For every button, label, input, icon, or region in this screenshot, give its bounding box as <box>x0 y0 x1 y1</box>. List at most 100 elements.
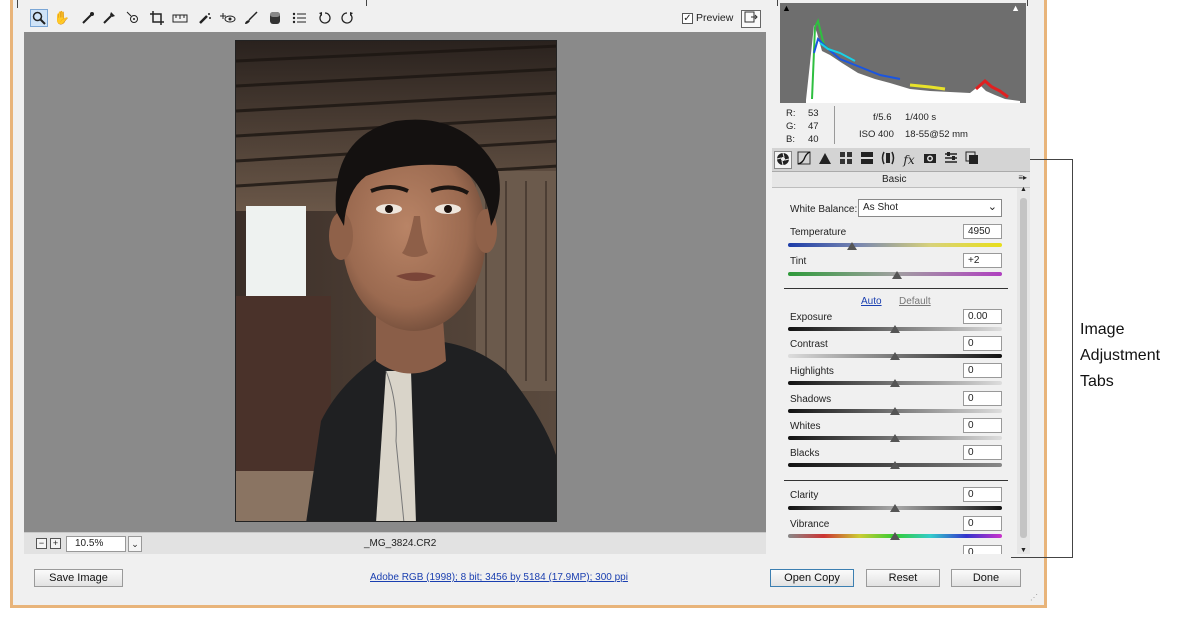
workflow-options-link[interactable]: Adobe RGB (1998); 8 bit; 3456 by 5184 (1… <box>370 572 628 583</box>
default-link[interactable]: Default <box>899 296 931 307</box>
vibrance-slider-thumb[interactable] <box>890 532 900 540</box>
highlights-slider-thumb[interactable] <box>890 379 900 387</box>
blacks-slider-thumb[interactable] <box>890 461 900 469</box>
tint-field[interactable]: +2 <box>963 253 1002 268</box>
callout-line <box>17 0 18 8</box>
exposure-field[interactable]: 0.00 <box>963 309 1002 324</box>
preview-photo <box>235 40 557 522</box>
white-balance-tool-icon[interactable] <box>79 9 97 27</box>
r-value: 53 <box>808 108 819 119</box>
adjustment-brush-icon[interactable] <box>242 9 260 27</box>
temperature-label: Temperature <box>790 227 847 238</box>
annotation-line: Adjustment <box>1080 347 1161 364</box>
vibrance-field[interactable]: 0 <box>963 516 1002 531</box>
scrollbar-thumb[interactable] <box>1020 198 1027 538</box>
chevron-down-icon: ⌄ <box>987 201 997 213</box>
section-divider <box>784 480 1008 481</box>
b-label: B: <box>786 134 795 145</box>
resize-grip-icon[interactable]: ⋰ <box>1030 593 1038 602</box>
spot-removal-icon[interactable] <box>196 9 214 27</box>
shadows-field[interactable]: 0 <box>963 391 1002 406</box>
contrast-slider-thumb[interactable] <box>890 352 900 360</box>
zoom-out-button[interactable]: − <box>36 538 47 549</box>
callout-line <box>777 0 778 6</box>
tint-slider-thumb[interactable] <box>892 271 903 279</box>
scroll-up-icon[interactable]: ▲ <box>1020 186 1027 193</box>
tone-curve-tab-icon[interactable] <box>795 151 813 169</box>
graduated-filter-icon[interactable] <box>266 9 284 27</box>
rotate-cw-icon[interactable] <box>338 9 356 27</box>
histogram: ▲ ▲ <box>780 3 1026 103</box>
presets-tab-icon[interactable] <box>942 151 960 169</box>
open-copy-button[interactable]: Open Copy <box>770 569 854 587</box>
camera-info: R: 53 G: 47 B: 40 f/5.6 1/400 s ISO 400 … <box>780 103 1028 147</box>
fullscreen-toggle-icon[interactable] <box>741 10 761 28</box>
highlights-field[interactable]: 0 <box>963 363 1002 378</box>
effects-tab-icon[interactable]: fx <box>900 151 918 169</box>
basic-tab-icon[interactable] <box>774 151 792 169</box>
temperature-track[interactable] <box>788 243 1002 247</box>
exposure-slider-thumb[interactable] <box>890 325 900 333</box>
auto-link[interactable]: Auto <box>861 296 882 307</box>
preview-label: Preview <box>696 12 734 24</box>
whites-label: Whites <box>790 421 821 432</box>
annotation-line: Image <box>1080 321 1125 338</box>
callout-line <box>1027 0 1028 6</box>
zoom-tool-icon[interactable] <box>30 9 48 27</box>
done-button[interactable]: Done <box>951 569 1021 587</box>
g-value: 47 <box>808 121 819 132</box>
color-sampler-icon[interactable] <box>100 9 118 27</box>
shadows-slider-thumb[interactable] <box>890 407 900 415</box>
temperature-field[interactable]: 4950 <box>963 224 1002 239</box>
whites-field[interactable]: 0 <box>963 418 1002 433</box>
file-name: _MG_3824.CR2 <box>364 538 437 549</box>
targeted-adjustment-icon[interactable] <box>124 9 142 27</box>
shutter-value: 1/400 s <box>905 112 937 123</box>
contrast-field[interactable]: 0 <box>963 336 1002 351</box>
basic-panel: White Balance: As Shot ⌄ Temperature 495… <box>772 188 1017 554</box>
detail-tab-icon[interactable] <box>816 151 834 169</box>
callout-line <box>1011 557 1073 558</box>
lens-corrections-tab-icon[interactable] <box>879 151 897 169</box>
white-balance-select[interactable]: As Shot ⌄ <box>858 199 1002 217</box>
whites-slider-thumb[interactable] <box>890 434 900 442</box>
callout-line <box>1072 159 1073 557</box>
white-balance-label: White Balance: <box>790 204 858 215</box>
rotate-ccw-icon[interactable] <box>316 9 334 27</box>
reset-button[interactable]: Reset <box>866 569 940 587</box>
white-balance-value: As Shot <box>863 202 899 213</box>
blacks-field[interactable]: 0 <box>963 445 1002 460</box>
snapshots-tab-icon[interactable] <box>963 151 981 169</box>
adjustment-tabs: fx <box>772 148 1030 172</box>
iso-value: ISO 400 <box>859 129 894 140</box>
preview-check-box[interactable]: ✓ <box>682 12 693 24</box>
clarity-field[interactable]: 0 <box>963 487 1002 502</box>
scroll-down-icon[interactable]: ▼ <box>1020 547 1027 554</box>
tint-label: Tint <box>790 256 807 267</box>
preview-checkbox[interactable]: ✓ Preview <box>682 12 733 24</box>
crop-tool-icon[interactable] <box>148 9 166 27</box>
camera-calibration-tab-icon[interactable] <box>921 151 939 169</box>
panel-menu-icon[interactable]: ≡▸ <box>1018 173 1027 182</box>
hsl-tab-icon[interactable] <box>837 151 855 169</box>
temperature-slider-thumb[interactable] <box>847 242 858 250</box>
shadows-label: Shadows <box>790 394 832 405</box>
straighten-tool-icon[interactable] <box>171 9 189 27</box>
save-image-button[interactable]: Save Image <box>34 569 123 587</box>
section-divider <box>784 288 1008 289</box>
panel-scrollbar[interactable]: ▲ ▼ <box>1017 186 1030 554</box>
saturation-field[interactable]: 0 <box>963 545 1002 554</box>
aperture-value: f/5.6 <box>873 112 892 123</box>
annotation-line: Tabs <box>1080 373 1114 390</box>
contrast-label: Contrast <box>790 339 828 350</box>
zoom-level-field[interactable]: 10.5% <box>66 536 126 552</box>
lens-value: 18-55@52 mm <box>905 129 968 140</box>
zoom-dropdown-icon[interactable]: ⌄ <box>128 536 142 552</box>
vibrance-label: Vibrance <box>790 519 830 530</box>
zoom-in-button[interactable]: + <box>50 538 61 549</box>
hand-tool-icon[interactable]: ✋ <box>53 9 71 27</box>
split-toning-tab-icon[interactable] <box>858 151 876 169</box>
preferences-icon[interactable] <box>290 9 308 27</box>
clarity-slider-thumb[interactable] <box>890 504 900 512</box>
red-eye-icon[interactable] <box>219 9 237 27</box>
